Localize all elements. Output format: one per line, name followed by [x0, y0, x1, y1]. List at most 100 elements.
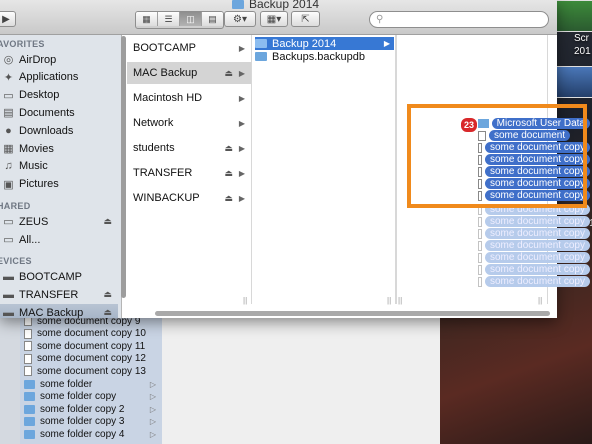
display-icon: ▭ [3, 216, 14, 228]
folder-item[interactable]: Backup 2014 ▶ [255, 37, 394, 50]
desktop-file-thumbnail[interactable] [556, 66, 592, 98]
list-item-label: some folder [40, 378, 93, 390]
forward-button[interactable]: ▶ [0, 11, 16, 27]
sidebar-item-documents[interactable]: ▤ Documents [0, 104, 118, 121]
volume-item[interactable]: MAC Backup ⏏ ▶ [127, 62, 251, 84]
search-input[interactable]: ⚲ [369, 11, 549, 28]
volume-item[interactable]: Network ▶ [127, 112, 251, 134]
sidebar-item-movies[interactable]: ▦ Movies [0, 140, 118, 157]
folder-icon [255, 39, 267, 48]
sidebar-item-mac-backup[interactable]: ▬ MAC Backup ⏏ [0, 304, 118, 318]
list-item[interactable]: some folder copy 4 ▷ [24, 428, 160, 440]
list-item[interactable]: some folder ▷ [24, 378, 160, 390]
chevron-right-icon: ▶ [383, 39, 390, 48]
dragged-item-label: some document copy [484, 264, 590, 275]
eject-icon[interactable]: ⏏ [224, 68, 233, 79]
sidebar-scrollbar[interactable] [120, 36, 126, 304]
list-item[interactable]: some document copy 12 [24, 353, 160, 365]
list-item-label: some document copy 13 [37, 365, 146, 377]
column-resize-handle[interactable]: || [398, 296, 402, 305]
dragged-item-faded: some document copy [478, 228, 590, 239]
sidebar-item-pictures[interactable]: ▣ Pictures [0, 176, 118, 193]
column-resize-handle[interactable]: || [387, 296, 391, 305]
sidebar-item-label: Downloads [19, 124, 74, 137]
dragged-item-faded: some document copy [478, 276, 590, 287]
volume-item[interactable]: TRANSFER ⏏ ▶ [127, 162, 251, 184]
window-toolbar: Backup 2014 ▶ ▦ ☰ ◫ ▤ ⚙▾ ▦▾ ⇱ ⚲ [0, 0, 557, 35]
volume-item[interactable]: Macintosh HD ▶ [127, 87, 251, 109]
scrollbar-thumb[interactable] [121, 36, 126, 298]
column-resize-handle[interactable]: || [243, 296, 247, 305]
sidebar-item-label: TRANSFER [19, 288, 79, 301]
desktop-file-thumbnail[interactable] [556, 0, 592, 32]
document-icon [24, 341, 32, 352]
sidebar-item-all-[interactable]: ▭ All... [0, 231, 118, 248]
search-icon: ⚲ [376, 14, 384, 25]
share-button[interactable]: ⇱ [291, 11, 320, 27]
chevron-right-icon: ▶ [238, 93, 245, 103]
list-item-label: some folder copy 2 [40, 403, 125, 415]
folder-item[interactable]: Backups.backupdb [255, 50, 394, 63]
view-mode-control: ▦ ☰ ◫ ▤ [135, 11, 224, 29]
sidebar-section-heading: AVORITES [0, 39, 45, 49]
list-item[interactable]: some folder copy 3 ▷ [24, 416, 160, 428]
share-icon: ⇱ [301, 13, 310, 25]
sidebar-item-applications[interactable]: ✦ Applications [0, 69, 118, 86]
drive-icon: ▬ [3, 288, 14, 301]
sidebar-item-zeus[interactable]: ▭ ZEUS ⏏ [0, 213, 118, 230]
icon-view-button[interactable]: ▦ [136, 12, 158, 26]
horizontal-scrollbar[interactable] [155, 311, 550, 316]
chevron-right-icon: ▷ [149, 392, 156, 402]
chevron-right-icon: ▶ [238, 168, 245, 178]
window-title-text: Backup 2014 [249, 0, 320, 11]
list-item[interactable]: some document copy 11 [24, 340, 160, 352]
chevron-right-icon: ▶ [2, 13, 10, 25]
document-icon [24, 353, 32, 364]
eject-icon[interactable]: ⏏ [224, 193, 233, 204]
list-item[interactable]: some folder copy 2 ▷ [24, 403, 160, 415]
sidebar-item-airdrop[interactable]: ◎ AirDrop [0, 51, 118, 68]
folder-icon [24, 392, 35, 402]
eject-icon[interactable]: ⏏ [103, 216, 112, 227]
eject-icon[interactable]: ⏏ [224, 143, 233, 154]
eject-icon[interactable]: ⏏ [103, 307, 112, 318]
volume-item[interactable]: BOOTCAMP ▶ [127, 37, 251, 59]
arrange-menu-button[interactable]: ▦▾ [260, 11, 288, 27]
sidebar-item-label: Applications [19, 71, 79, 84]
folder-icon [24, 404, 35, 414]
column-resize-handle[interactable]: || [538, 296, 542, 305]
eject-icon[interactable]: ⏏ [224, 168, 233, 179]
volume-item[interactable]: students ⏏ ▶ [127, 137, 251, 159]
volume-label: Network [133, 117, 174, 129]
document-icon [478, 252, 482, 263]
volume-item[interactable]: WINBACKUP ⏏ ▶ [127, 187, 251, 209]
sidebar-item-downloads[interactable]: ● Downloads [0, 122, 118, 139]
document-icon [478, 228, 482, 239]
list-item-label: some folder copy 4 [40, 428, 125, 440]
sidebar-item-label: All... [19, 233, 41, 246]
coverflow-view-button[interactable]: ▤ [202, 12, 223, 26]
list-view-button[interactable]: ☰ [158, 12, 180, 26]
list-item-label: some folder copy [40, 391, 117, 403]
chevron-right-icon: ▶ [238, 68, 245, 78]
action-menu-button[interactable]: ⚙▾ [224, 11, 256, 27]
volume-label: TRANSFER [133, 167, 193, 179]
folder-label: Backup 2014 [272, 37, 337, 50]
music-icon: ♫ [4, 160, 13, 173]
document-icon [478, 276, 482, 287]
list-item[interactable]: some document copy 13 [24, 365, 160, 377]
sidebar-item-label: Pictures [19, 178, 59, 191]
sidebar-item-label: Music [19, 160, 48, 173]
list-item[interactable]: some document copy 10 [24, 328, 160, 340]
sidebar-item-bootcamp[interactable]: ▬ BOOTCAMP [0, 268, 118, 285]
sidebar-item-transfer[interactable]: ▬ TRANSFER ⏏ [0, 286, 118, 303]
sidebar-item-music[interactable]: ♫ Music [0, 158, 118, 175]
sidebar-item-desktop[interactable]: ▭ Desktop [0, 87, 118, 104]
list-item[interactable]: some folder copy ▷ [24, 391, 160, 403]
eject-icon[interactable]: ⏏ [103, 289, 112, 300]
volume-label: MAC Backup [133, 67, 198, 79]
column-view-button[interactable]: ◫ [180, 12, 202, 26]
column-mac-backup: Backup 2014 ▶ Backups.backupdb [252, 35, 396, 304]
folder-icon [232, 0, 244, 9]
sidebar-item-label: Desktop [19, 89, 60, 102]
